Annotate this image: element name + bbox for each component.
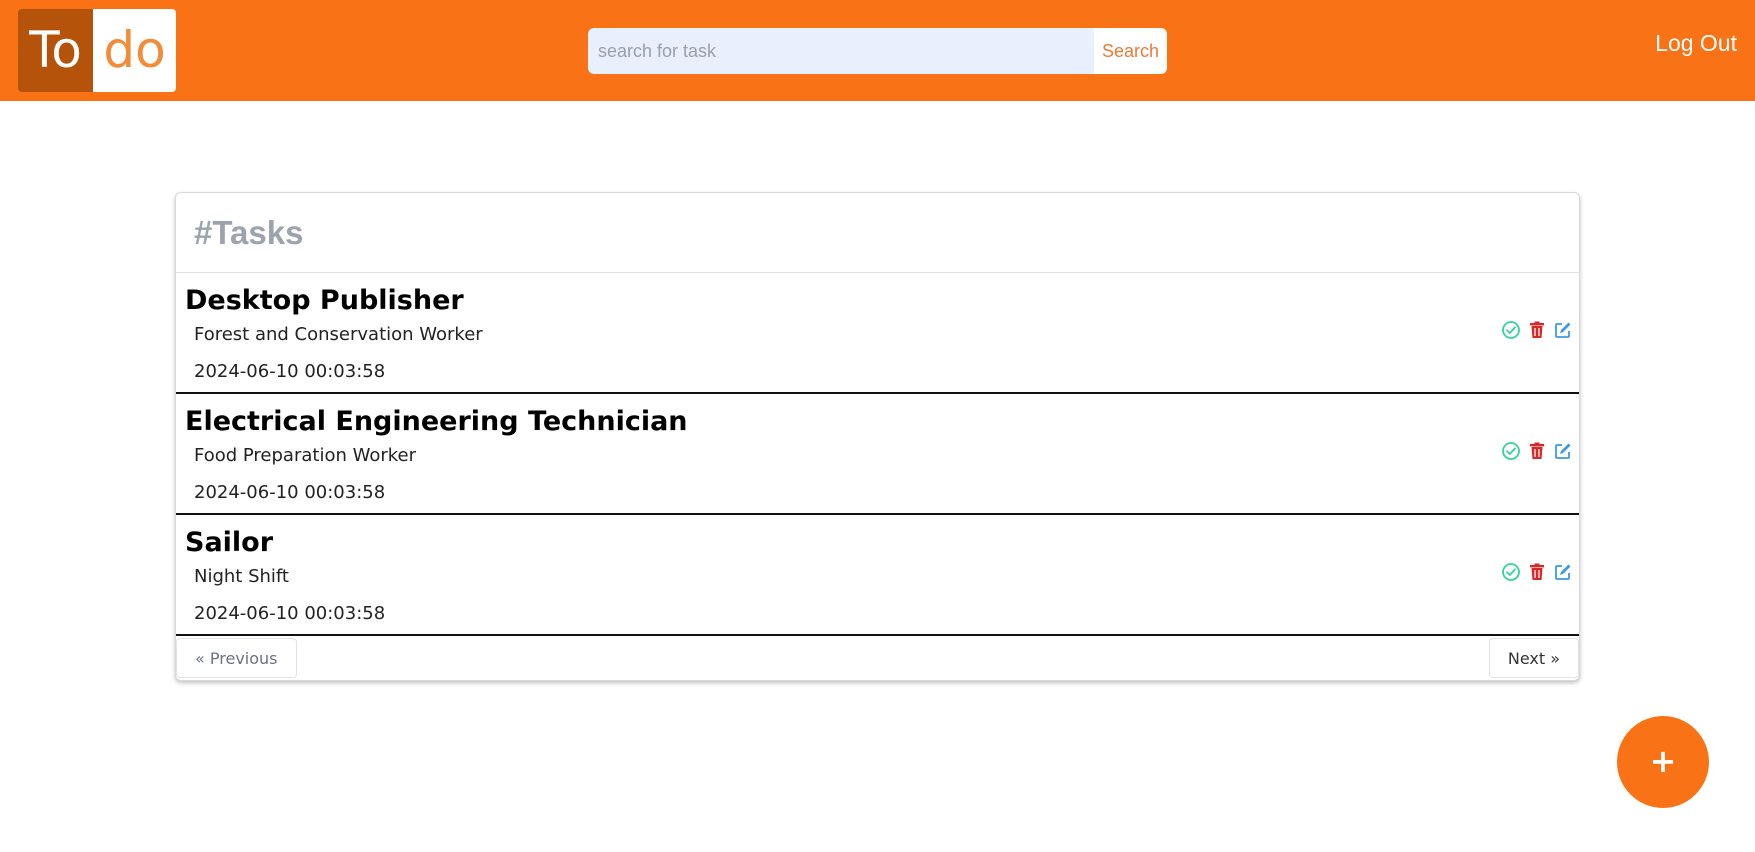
edit-icon[interactable] [1553, 441, 1573, 461]
tasks-card: #Tasks Desktop Publisher Forest and Cons… [175, 192, 1580, 681]
previous-page-button[interactable]: « Previous [176, 638, 297, 678]
task-description: Food Preparation Worker [194, 445, 417, 466]
top-navbar: To do Search Log Out [0, 0, 1755, 101]
task-actions [1501, 441, 1573, 461]
trash-icon[interactable] [1527, 441, 1547, 461]
search-input[interactable] [588, 28, 1094, 74]
logo-to-text: To [18, 9, 93, 92]
task-title: Desktop Publisher [185, 285, 464, 316]
task-description: Forest and Conservation Worker [194, 324, 483, 345]
task-date: 2024-06-10 00:03:58 [194, 603, 386, 624]
check-circle-icon[interactable] [1501, 320, 1521, 340]
task-description: Night Shift [194, 566, 289, 587]
edit-icon[interactable] [1553, 320, 1573, 340]
task-item: Desktop Publisher Forest and Conservatio… [176, 273, 1579, 394]
check-circle-icon[interactable] [1501, 562, 1521, 582]
task-title: Electrical Engineering Technician [185, 406, 688, 437]
tasks-heading: #Tasks [194, 213, 304, 251]
tasks-card-header: #Tasks [176, 193, 1579, 273]
app-logo[interactable]: To do [18, 9, 176, 92]
add-task-button[interactable]: + [1617, 716, 1709, 808]
pagination: « Previous Next » [176, 636, 1579, 680]
task-item: Sailor Night Shift 2024-06-10 00:03:58 [176, 515, 1579, 636]
plus-icon: + [1649, 742, 1677, 780]
trash-icon[interactable] [1527, 562, 1547, 582]
task-actions [1501, 320, 1573, 340]
task-actions [1501, 562, 1573, 582]
task-item: Electrical Engineering Technician Food P… [176, 394, 1579, 515]
task-date: 2024-06-10 00:03:58 [194, 482, 386, 503]
logout-link[interactable]: Log Out [1655, 30, 1737, 57]
check-circle-icon[interactable] [1501, 441, 1521, 461]
logo-do-text: do [93, 9, 176, 92]
task-title: Sailor [185, 527, 274, 558]
next-page-button[interactable]: Next » [1488, 638, 1579, 678]
task-date: 2024-06-10 00:03:58 [194, 361, 386, 382]
search-button[interactable]: Search [1094, 28, 1167, 74]
trash-icon[interactable] [1527, 320, 1547, 340]
search-form: Search [588, 28, 1167, 74]
edit-icon[interactable] [1553, 562, 1573, 582]
